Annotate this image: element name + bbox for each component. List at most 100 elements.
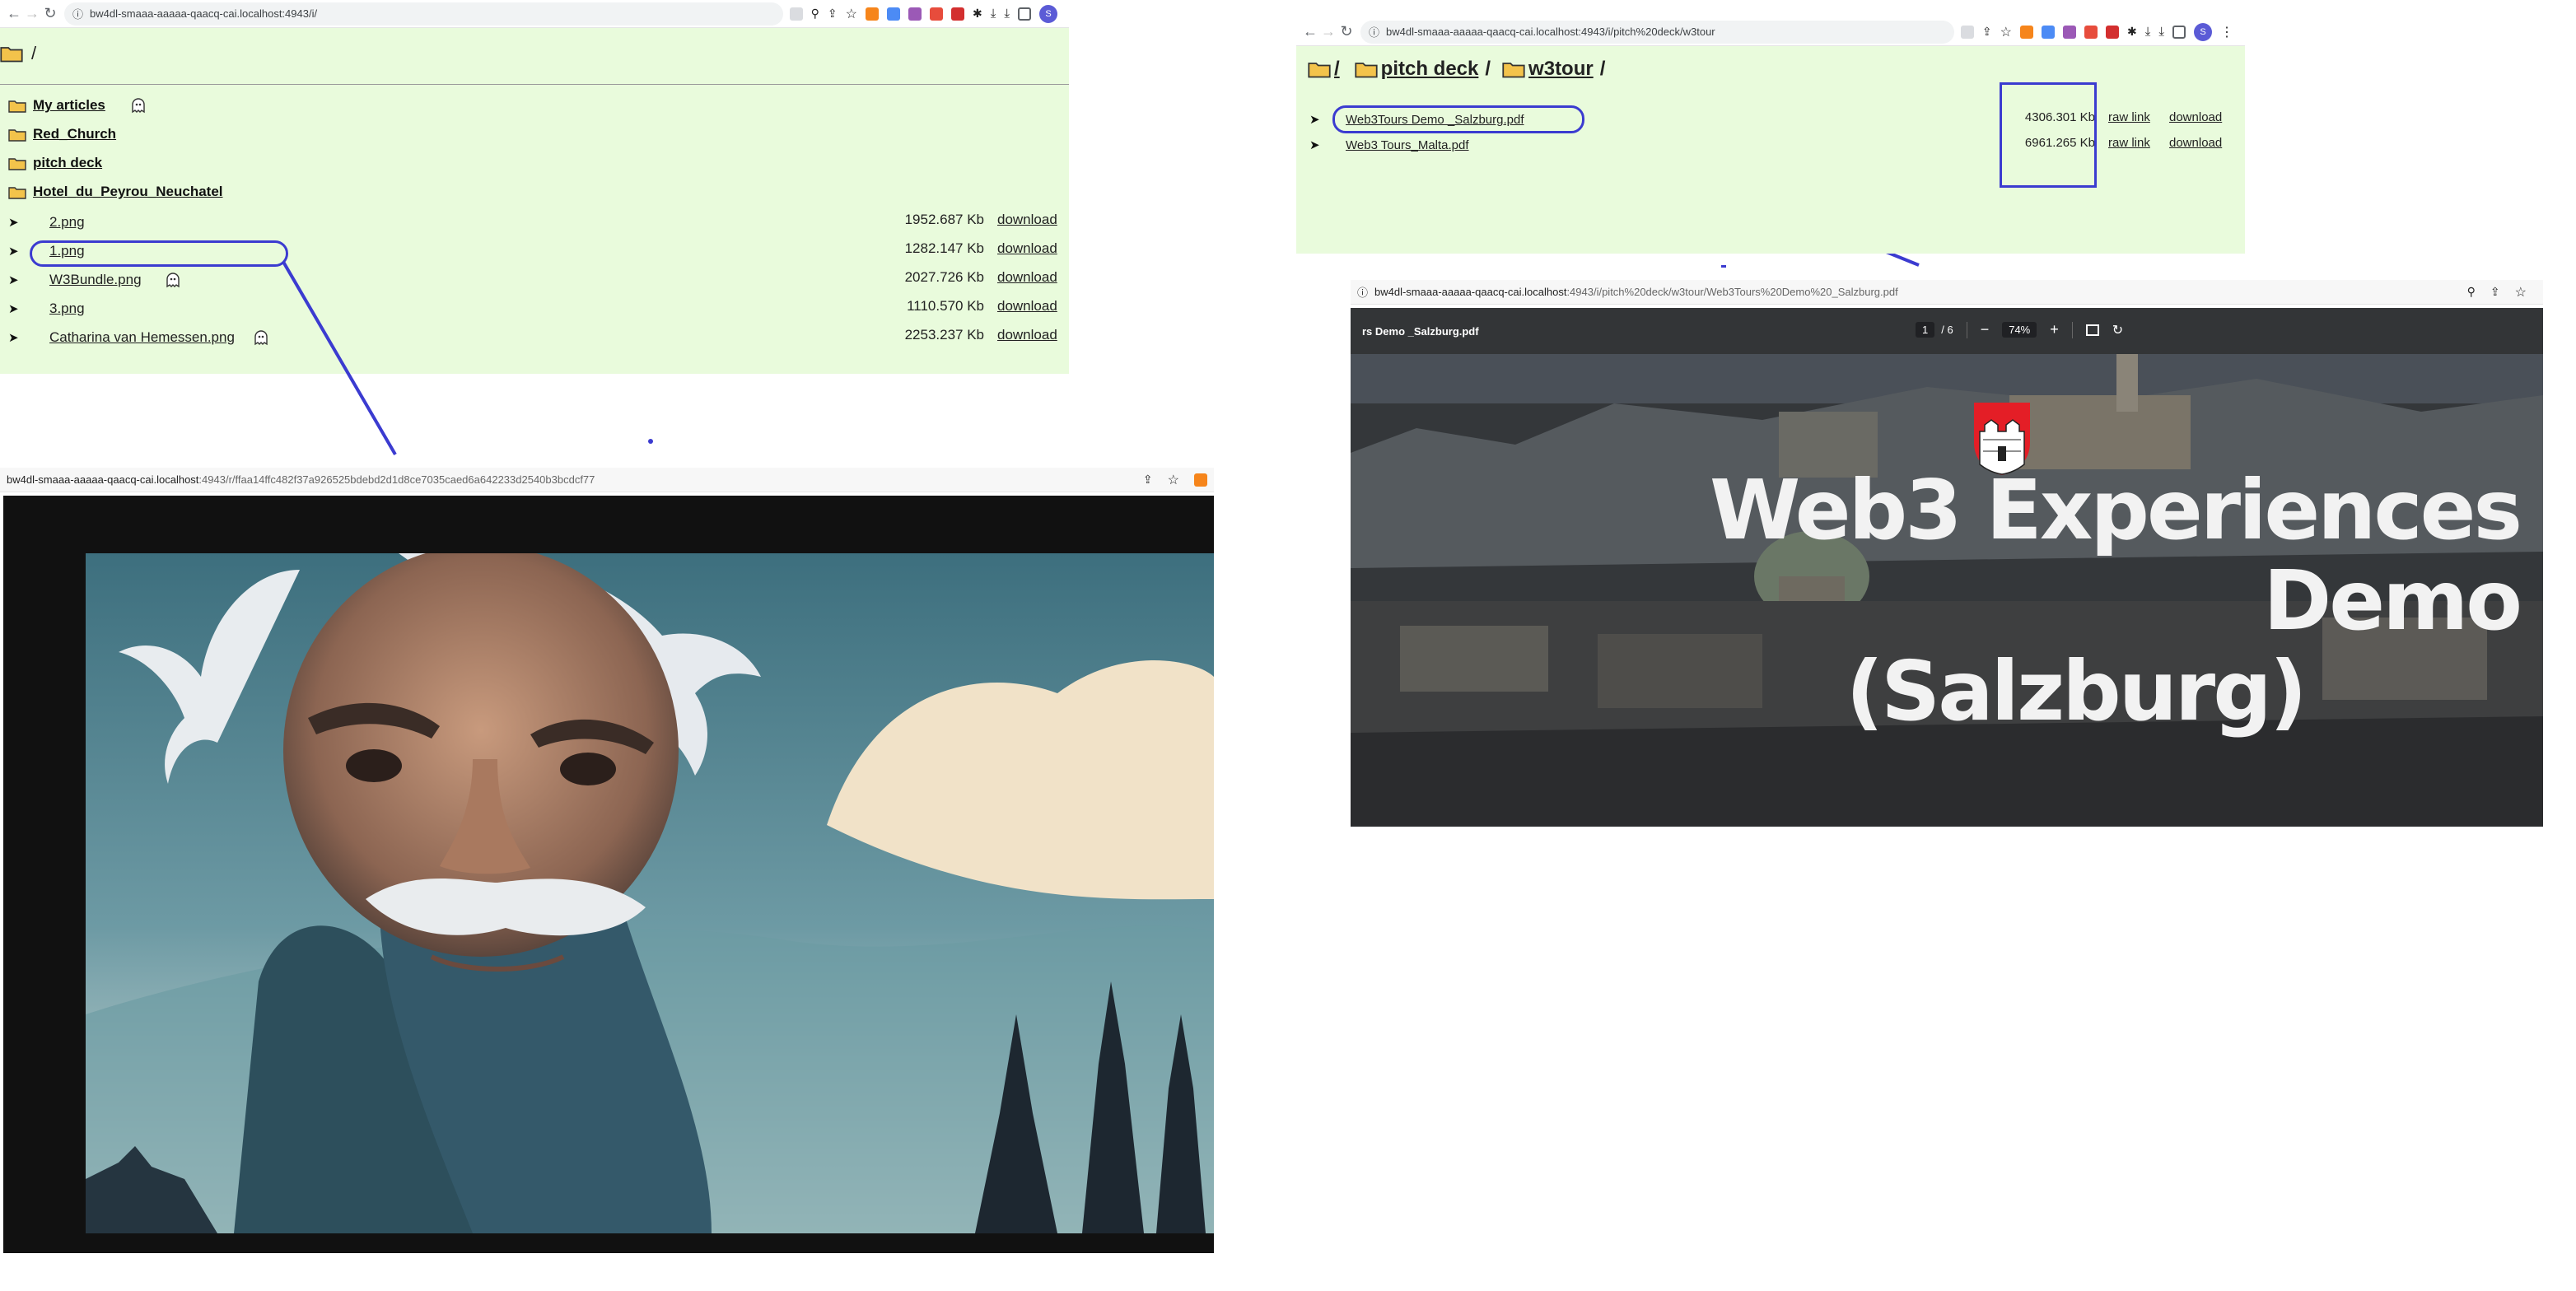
reload-icon[interactable]: ↻ — [1337, 23, 1356, 41]
extension-icon-grid[interactable] — [886, 7, 900, 21]
extension-icon-grid[interactable] — [2041, 25, 2055, 39]
puzzle-extensions-icon[interactable]: ✱ — [973, 7, 982, 21]
back-arrow-icon[interactable]: ← — [5, 5, 23, 23]
download-link[interactable]: download — [997, 240, 1057, 257]
address-bar-url: bw4dl-smaaa-aaaaa-qaacq-cai.localhost:49… — [1386, 26, 1715, 38]
fit-page-icon[interactable] — [2085, 324, 2099, 336]
folder-row[interactable]: My articles — [8, 97, 147, 114]
extension-icon-s[interactable] — [908, 7, 922, 21]
share-icon[interactable]: ⇪ — [828, 7, 838, 21]
address-bar-path: :4943/r/ffaa14ffc482f37a926525bdebd2d1d8… — [198, 473, 595, 486]
folder-link[interactable]: Hotel_du_Peyrou_Neuchatel — [33, 184, 223, 200]
zoom-icon[interactable]: ⚲ — [2467, 285, 2476, 299]
back-arrow-icon[interactable]: ← — [1301, 23, 1319, 41]
translate-icon[interactable] — [1960, 25, 1974, 39]
window-pdf-viewer: ⓘ bw4dl-smaaa-aaaaa-qaacq-cai.localhost … — [1351, 280, 2543, 827]
downloads-icon[interactable]: ⤓ — [2158, 25, 2164, 39]
zoom-level[interactable]: 74% — [2002, 322, 2037, 338]
download-link[interactable]: download — [2169, 136, 2222, 150]
bookmark-star-icon[interactable]: ☆ — [2515, 284, 2527, 301]
extension-icon-c[interactable] — [2084, 25, 2098, 39]
rotate-icon[interactable]: ↻ — [2112, 322, 2123, 338]
bookmark-star-icon[interactable]: ☆ — [2000, 24, 2012, 40]
metamask-icon[interactable] — [865, 7, 879, 21]
expand-arrow-icon[interactable]: ➤ — [1309, 112, 1320, 127]
reload-icon[interactable]: ↻ — [41, 5, 59, 23]
folder-icon — [1502, 63, 1525, 78]
download-link[interactable]: download — [997, 327, 1057, 343]
file-size: 2027.726 Kb — [904, 269, 984, 285]
breadcrumb-separator: / — [1599, 58, 1606, 80]
folder-row[interactable]: Red_Church — [8, 126, 116, 142]
folder-row[interactable]: pitch deck — [8, 155, 102, 171]
forward-arrow-icon[interactable]: → — [1319, 23, 1337, 41]
expand-arrow-icon[interactable]: ➤ — [8, 330, 19, 345]
metamask-icon[interactable] — [2019, 25, 2033, 39]
folder-link[interactable]: My articles — [33, 97, 105, 114]
folder-icon — [8, 128, 26, 142]
breadcrumb-pitch-deck[interactable]: pitch deck — [1381, 58, 1479, 81]
page-number-input[interactable]: 1 — [1916, 322, 1935, 338]
bookmark-star-icon[interactable]: ☆ — [846, 6, 857, 22]
extension-icon-red[interactable] — [950, 7, 964, 21]
share-icon[interactable]: ⇪ — [1982, 25, 1992, 39]
folder-link[interactable]: pitch deck — [33, 155, 102, 171]
address-bar[interactable]: ⓘ bw4dl-smaaa-aaaaa-qaacq-cai.localhost:… — [64, 2, 783, 26]
folder-icon — [1308, 63, 1331, 78]
downloads-list-icon[interactable]: ⤓ — [991, 7, 996, 21]
zoom-out-icon[interactable]: − — [1981, 321, 1990, 338]
address-bar-host: bw4dl-smaaa-aaaaa-qaacq-cai.localhost — [7, 473, 199, 486]
download-link[interactable]: download — [2169, 110, 2222, 124]
menu-icon[interactable]: ⋮ — [2220, 24, 2233, 40]
address-bar[interactable]: ⓘ bw4dl-smaaa-aaaaa-qaacq-cai.localhost:… — [1360, 20, 1954, 44]
extension-icon-s[interactable] — [2062, 25, 2076, 39]
profile-avatar[interactable]: S — [1039, 4, 1057, 23]
expand-arrow-icon[interactable]: ➤ — [8, 215, 19, 230]
zoom-in-icon[interactable]: + — [2050, 321, 2059, 338]
file-link[interactable]: 3.png — [49, 301, 85, 317]
side-panel-icon[interactable] — [2172, 25, 2186, 39]
profile-avatar[interactable]: S — [2194, 22, 2212, 41]
breadcrumb: / pitch deck / w3tour / — [1308, 58, 1605, 81]
puzzle-extensions-icon[interactable]: ✱ — [2127, 25, 2137, 39]
download-link[interactable]: download — [997, 212, 1057, 228]
bookmark-star-icon[interactable]: ☆ — [1168, 472, 1179, 488]
expand-arrow-icon[interactable]: ➤ — [1309, 137, 1320, 152]
download-link[interactable]: download — [997, 269, 1057, 286]
metamask-icon[interactable] — [1194, 473, 1207, 487]
breadcrumb-root[interactable]: / — [1334, 58, 1340, 81]
file-link[interactable]: W3Bundle.png — [49, 272, 142, 288]
breadcrumb-root[interactable]: / — [31, 43, 36, 64]
file-link[interactable]: Web3 Tours_Malta.pdf — [1346, 138, 1469, 152]
breadcrumb-w3tour[interactable]: w3tour — [1528, 58, 1594, 81]
expand-arrow-icon[interactable]: ➤ — [8, 301, 19, 316]
download-link[interactable]: download — [997, 298, 1057, 315]
site-info-icon[interactable]: ⓘ — [72, 6, 83, 21]
raw-link[interactable]: raw link — [2108, 110, 2150, 124]
extension-icon-red[interactable] — [2105, 25, 2119, 39]
downloads-icon[interactable]: ⤓ — [1004, 7, 1010, 21]
extension-icon-c[interactable] — [929, 7, 943, 21]
site-info-icon[interactable]: ⓘ — [1369, 24, 1379, 40]
file-link[interactable]: Catharina van Hemessen.png — [49, 329, 235, 346]
zoom-icon[interactable]: ⚲ — [811, 7, 819, 21]
forward-arrow-icon[interactable]: → — [23, 5, 41, 23]
downloads-list-icon[interactable]: ⤓ — [2145, 25, 2151, 39]
file-row: W3Bundle.png — [49, 272, 181, 288]
translate-icon[interactable] — [789, 7, 803, 21]
share-icon[interactable]: ⇪ — [2490, 285, 2500, 299]
side-panel-icon[interactable] — [1018, 7, 1031, 21]
file-link[interactable]: 2.png — [49, 214, 85, 231]
site-info-icon[interactable]: ⓘ — [1357, 284, 1368, 300]
pdf-title: rs Demo _Salzburg.pdf — [1362, 324, 1479, 338]
separator — [2071, 321, 2073, 338]
folder-link[interactable]: Red_Church — [33, 126, 116, 142]
expand-arrow-icon[interactable]: ➤ — [8, 273, 19, 287]
window-w3tour-listing: ← → ↻ ⓘ bw4dl-smaaa-aaaaa-qaacq-cai.loca… — [1296, 18, 2245, 254]
slide-title-line2: (Salzburg) — [1846, 643, 2307, 739]
folder-row[interactable]: Hotel_du_Peyrou_Neuchatel — [8, 184, 223, 200]
share-icon[interactable]: ⇪ — [1143, 473, 1153, 487]
raw-link[interactable]: raw link — [2108, 136, 2150, 150]
expand-arrow-icon[interactable]: ➤ — [8, 244, 19, 259]
address-bar-host: bw4dl-smaaa-aaaaa-qaacq-cai.localhost — [1374, 286, 1567, 298]
